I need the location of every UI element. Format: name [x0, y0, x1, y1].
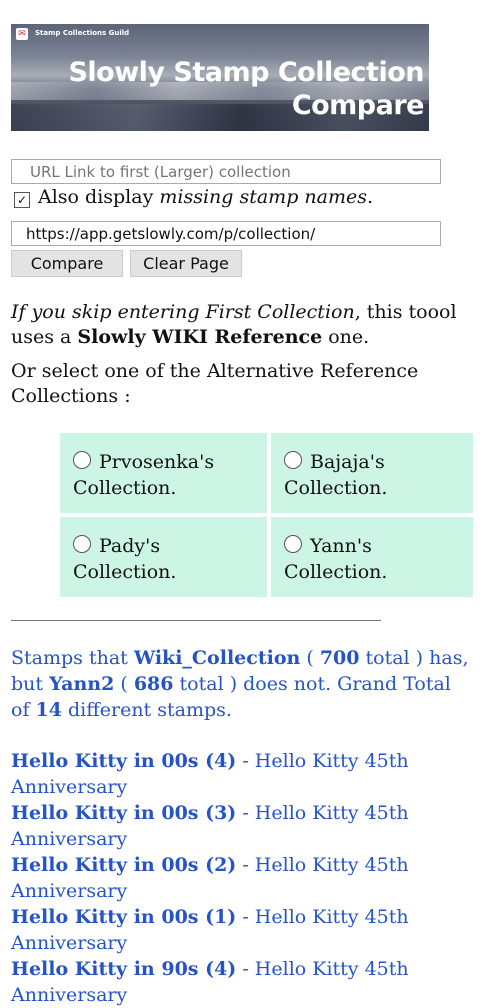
second-collection-input[interactable] [11, 221, 441, 246]
option-prvosenka[interactable]: Prvosenka's Collection. [60, 433, 267, 513]
option-suffix: Collection. [73, 477, 177, 499]
banner-title-line2: Compare [291, 90, 425, 121]
reference-info: If you skip entering First Collection, t… [11, 300, 471, 350]
summary-text: ( [300, 647, 320, 669]
reference-info-end: one. [322, 326, 370, 348]
header-banner: ✉ Stamp Collections Guild Slowly Stamp C… [11, 24, 429, 131]
list-item: Hello Kitty in 90s (4) - Hello Kitty 45t… [11, 956, 471, 1008]
option-bajaja[interactable]: Bajaja's Collection. [271, 433, 473, 513]
divider [11, 620, 381, 621]
list-item: Hello Kitty in 00s (3) - Hello Kitty 45t… [11, 800, 471, 852]
option-yann[interactable]: Yann's Collection. [271, 517, 473, 597]
option-suffix: Collection. [284, 477, 388, 499]
reference-info-em: If you skip entering First Collection [11, 301, 355, 323]
grand-total: 14 [35, 699, 62, 721]
first-collection-name: Wiki_Collection [133, 647, 301, 669]
second-collection-name: Yann2 [49, 673, 115, 695]
option-name: Prvosenka's [99, 451, 215, 473]
option-pady[interactable]: Pady's Collection. [60, 517, 267, 597]
checkbox-label-suffix: . [366, 186, 374, 208]
list-item: Hello Kitty in 00s (2) - Hello Kitty 45t… [11, 852, 471, 904]
missing-names-option[interactable]: ✓ Also display missing stamp names. [14, 186, 373, 208]
summary-text: different stamps. [61, 699, 232, 721]
stamp-name: Hello Kitty in 90s (4) [11, 958, 237, 980]
reference-info-bold: Slowly WIKI Reference [77, 326, 323, 348]
collection-options-grid: Prvosenka's Collection. Bajaja's Collectio… [60, 433, 473, 597]
missing-names-checkbox[interactable]: ✓ [14, 192, 30, 208]
compare-button[interactable]: Compare [11, 250, 123, 277]
stamp-name: Hello Kitty in 00s (3) [11, 802, 237, 824]
option-name: Bajaja's [310, 451, 385, 473]
first-collection-input[interactable] [11, 159, 441, 184]
clear-page-button[interactable]: Clear Page [130, 250, 242, 277]
summary-text: ( [114, 673, 134, 695]
radio-button[interactable] [284, 451, 302, 469]
stamp-name: Hello Kitty in 00s (4) [11, 750, 237, 772]
alternative-info: Or select one of the Alternative Referen… [11, 360, 419, 407]
radio-button[interactable] [284, 535, 302, 553]
checkbox-label-em: missing stamp names [159, 186, 367, 208]
stamp-name: Hello Kitty in 00s (1) [11, 906, 237, 928]
first-collection-total: 700 [319, 647, 360, 669]
comparison-summary: Stamps that Wiki_Collection ( 700 total … [11, 645, 471, 723]
radio-button[interactable] [73, 451, 91, 469]
missing-stamps-list: Hello Kitty in 00s (4) - Hello Kitty 45t… [11, 748, 471, 1008]
option-name: Pady's [99, 535, 161, 557]
checkbox-label-prefix: Also display [38, 186, 160, 208]
list-item: Hello Kitty in 00s (1) - Hello Kitty 45t… [11, 904, 471, 956]
banner-title-line1: Slowly Stamp Collection [68, 57, 424, 88]
summary-text: Stamps that [11, 647, 134, 669]
option-suffix: Collection. [284, 561, 388, 583]
option-name: Yann's [310, 535, 372, 557]
second-collection-total: 686 [133, 673, 174, 695]
list-item: Hello Kitty in 00s (4) - Hello Kitty 45t… [11, 748, 471, 800]
option-suffix: Collection. [73, 561, 177, 583]
stamp-name: Hello Kitty in 00s (2) [11, 854, 237, 876]
radio-button[interactable] [73, 535, 91, 553]
guild-name: Stamp Collections Guild [35, 29, 130, 37]
envelope-icon: ✉ [16, 28, 28, 40]
